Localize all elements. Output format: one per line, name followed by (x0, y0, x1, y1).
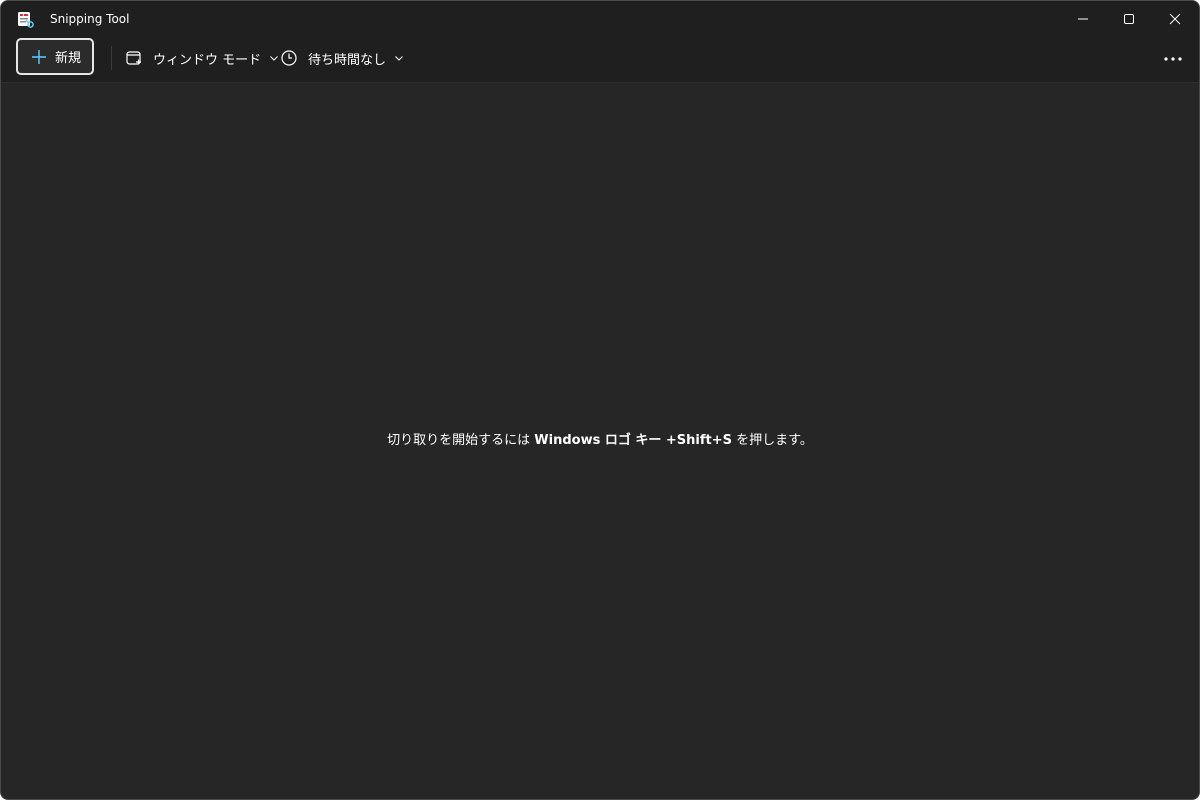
snipping-tool-icon (18, 12, 34, 28)
more-icon (1164, 57, 1182, 61)
maximize-button[interactable] (1106, 1, 1152, 37)
toolbar-divider (111, 46, 112, 70)
plus-icon (32, 49, 46, 64)
new-snip-label: 新規 (55, 51, 82, 66)
close-button[interactable] (1152, 1, 1198, 37)
delay-label: 待ち時間なし (308, 52, 387, 68)
app-title: Snipping Tool (50, 12, 130, 26)
more-options-button[interactable] (1153, 45, 1193, 73)
window-mode-icon (126, 51, 141, 65)
new-snip-button[interactable]: 新規 (16, 38, 94, 75)
chevron-down-icon (395, 56, 403, 61)
hint-prefix: 切り取りを開始するには (387, 433, 535, 448)
toolbar: 新規 ウィンドウ モード 待ち時間なし (1, 37, 1199, 83)
minimize-icon (1078, 18, 1088, 20)
title-bar: Snipping Tool (1, 1, 1199, 37)
close-icon (1169, 13, 1181, 25)
maximize-icon (1124, 14, 1134, 24)
snipping-tool-window: Snipping Tool 新規 ウィンドウ モード 待ち時間なし 切り取りを開… (0, 0, 1200, 800)
snip-mode-dropdown[interactable]: ウィンドウ モード (125, 43, 279, 73)
chevron-down-icon (270, 56, 279, 61)
delay-dropdown[interactable]: 待ち時間なし (280, 43, 404, 73)
hint-suffix: を押します。 (732, 433, 813, 448)
shortcut-hint: 切り取りを開始するには Windows ロゴ キー +Shift+S を押します… (1, 431, 1199, 451)
main-content-area: 切り取りを開始するには Windows ロゴ キー +Shift+S を押します… (1, 83, 1199, 799)
clock-icon (281, 50, 297, 66)
hint-shortcut-keys: Windows ロゴ キー +Shift+S (534, 433, 732, 448)
minimize-button[interactable] (1060, 1, 1106, 37)
snip-mode-label: ウィンドウ モード (153, 52, 262, 68)
